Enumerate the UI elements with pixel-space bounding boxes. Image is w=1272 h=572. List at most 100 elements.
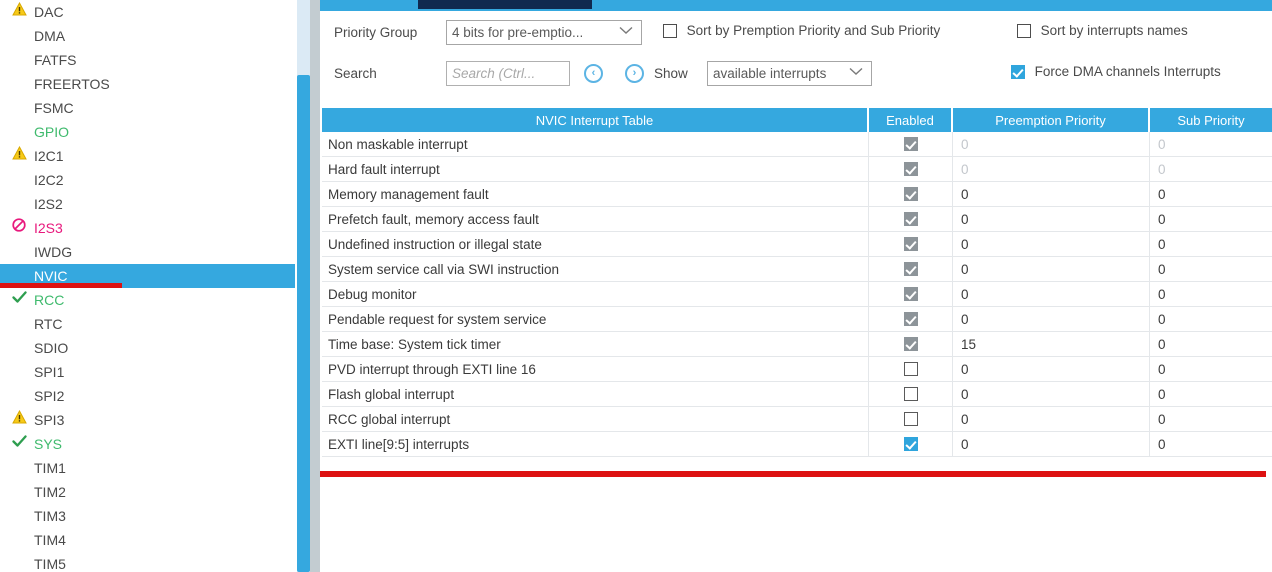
enabled-checkbox[interactable] xyxy=(903,287,918,301)
preemption-priority-cell[interactable]: 0 xyxy=(953,182,1150,206)
table-row[interactable]: PVD interrupt through EXTI line 16 0 0 xyxy=(322,357,1272,382)
enabled-checkbox[interactable] xyxy=(903,187,918,201)
sub-priority-cell[interactable]: 0 xyxy=(1150,157,1272,181)
circle-left-arrow-icon[interactable]: ‹ xyxy=(584,64,603,83)
sidebar-item-fsmc[interactable]: FSMC xyxy=(0,96,295,120)
table-row[interactable]: Hard fault interrupt 0 0 xyxy=(322,157,1272,182)
sidebar-item-spi2[interactable]: SPI2 xyxy=(0,384,295,408)
sidebar-item-rtc[interactable]: RTC xyxy=(0,312,295,336)
enabled-cell[interactable] xyxy=(869,307,953,331)
preemption-priority-cell[interactable]: 0 xyxy=(953,407,1150,431)
sub-priority-cell[interactable]: 0 xyxy=(1150,232,1272,256)
table-row[interactable]: Pendable request for system service 0 0 xyxy=(322,307,1272,332)
enabled-checkbox[interactable] xyxy=(903,212,918,226)
search-input[interactable]: Search (Ctrl... xyxy=(446,61,570,86)
enabled-checkbox[interactable] xyxy=(903,412,918,426)
sub-priority-cell[interactable]: 0 xyxy=(1150,207,1272,231)
table-row[interactable]: Debug monitor 0 0 xyxy=(322,282,1272,307)
enabled-cell[interactable] xyxy=(869,232,953,256)
sidebar-item-sys[interactable]: SYS xyxy=(0,432,295,456)
preemption-priority-cell[interactable]: 0 xyxy=(953,232,1150,256)
sidebar-item-tim5[interactable]: TIM5 xyxy=(0,552,295,572)
sidebar-item-i2c2[interactable]: I2C2 xyxy=(0,168,295,192)
enabled-checkbox[interactable] xyxy=(903,262,918,276)
enabled-cell[interactable] xyxy=(869,182,953,206)
show-filter-select[interactable]: available interrupts xyxy=(707,61,872,86)
enabled-checkbox[interactable] xyxy=(903,362,918,376)
sidebar-item-i2c1[interactable]: I2C1 xyxy=(0,144,295,168)
enabled-cell[interactable] xyxy=(869,382,953,406)
column-header-sub-priority[interactable]: Sub Priority xyxy=(1150,108,1272,132)
preemption-priority-cell[interactable]: 0 xyxy=(953,432,1150,456)
enabled-cell[interactable] xyxy=(869,432,953,456)
enabled-cell[interactable] xyxy=(869,357,953,381)
enabled-cell[interactable] xyxy=(869,282,953,306)
sort-premption-priority-checkbox[interactable] xyxy=(663,24,677,38)
sidebar-item-tim1[interactable]: TIM1 xyxy=(0,456,295,480)
nvic-interrupt-table[interactable]: NVIC Interrupt Table Enabled Preemption … xyxy=(322,108,1272,457)
priority-group-select[interactable]: 4 bits for pre-emptio... xyxy=(446,20,642,45)
enabled-cell[interactable] xyxy=(869,257,953,281)
force-dma-checkbox[interactable] xyxy=(1011,65,1025,79)
table-row[interactable]: EXTI line[9:5] interrupts 0 0 xyxy=(322,432,1272,457)
sidebar-item-i2s2[interactable]: I2S2 xyxy=(0,192,295,216)
column-header-name[interactable]: NVIC Interrupt Table xyxy=(322,108,869,132)
sidebar-scrollbar-thumb[interactable] xyxy=(297,75,310,572)
sort-interrupt-names-checkbox[interactable] xyxy=(1017,24,1031,38)
column-header-enabled[interactable]: Enabled xyxy=(869,108,953,132)
sidebar-item-spi3[interactable]: SPI3 xyxy=(0,408,295,432)
sub-priority-cell[interactable]: 0 xyxy=(1150,332,1272,356)
tab-code-generation[interactable] xyxy=(418,0,592,9)
enabled-checkbox[interactable] xyxy=(903,162,918,176)
table-row[interactable]: Time base: System tick timer 15 0 xyxy=(322,332,1272,357)
sub-priority-cell[interactable]: 0 xyxy=(1150,357,1272,381)
table-row[interactable]: Non maskable interrupt 0 0 xyxy=(322,132,1272,157)
preemption-priority-cell[interactable]: 15 xyxy=(953,332,1150,356)
enabled-checkbox[interactable] xyxy=(903,337,918,351)
table-row[interactable]: Memory management fault 0 0 xyxy=(322,182,1272,207)
table-row[interactable]: RCC global interrupt 0 0 xyxy=(322,407,1272,432)
enabled-cell[interactable] xyxy=(869,207,953,231)
preemption-priority-cell[interactable]: 0 xyxy=(953,257,1150,281)
sub-priority-cell[interactable]: 0 xyxy=(1150,282,1272,306)
sidebar-item-fatfs[interactable]: FATFS xyxy=(0,48,295,72)
sidebar-item-dma[interactable]: DMA xyxy=(0,24,295,48)
table-body[interactable]: Non maskable interrupt 0 0 Hard fault inter… xyxy=(322,132,1272,457)
table-row[interactable]: System service call via SWI instruction 0… xyxy=(322,257,1272,282)
sort-interrupt-names-checkbox-row[interactable]: Sort by interrupts names xyxy=(1017,23,1188,38)
preemption-priority-cell[interactable]: 0 xyxy=(953,157,1150,181)
sort-premption-priority-checkbox-row[interactable]: Sort by Premption Priority and Sub Prior… xyxy=(663,23,940,38)
sidebar-item-gpio[interactable]: GPIO xyxy=(0,120,295,144)
preemption-priority-cell[interactable]: 0 xyxy=(953,132,1150,156)
sidebar-item-sdio[interactable]: SDIO xyxy=(0,336,295,360)
preemption-priority-cell[interactable]: 0 xyxy=(953,207,1150,231)
enabled-cell[interactable] xyxy=(869,332,953,356)
enabled-checkbox[interactable] xyxy=(903,237,918,251)
table-row[interactable]: Undefined instruction or illegal state 0 0 xyxy=(322,232,1272,257)
circle-right-arrow-icon[interactable]: › xyxy=(625,64,644,83)
enabled-checkbox[interactable] xyxy=(903,387,918,401)
enabled-checkbox[interactable] xyxy=(903,137,918,151)
sub-priority-cell[interactable]: 0 xyxy=(1150,257,1272,281)
enabled-cell[interactable] xyxy=(869,407,953,431)
tab-bar[interactable] xyxy=(320,0,1272,11)
enabled-cell[interactable] xyxy=(869,132,953,156)
enabled-checkbox[interactable] xyxy=(903,437,918,451)
enabled-cell[interactable] xyxy=(869,157,953,181)
sub-priority-cell[interactable]: 0 xyxy=(1150,307,1272,331)
sub-priority-cell[interactable]: 0 xyxy=(1150,132,1272,156)
sidebar-item-freertos[interactable]: FREERTOS xyxy=(0,72,295,96)
sub-priority-cell[interactable]: 0 xyxy=(1150,407,1272,431)
sidebar-item-spi1[interactable]: SPI1 xyxy=(0,360,295,384)
sidebar-item-tim3[interactable]: TIM3 xyxy=(0,504,295,528)
sidebar-item-tim2[interactable]: TIM2 xyxy=(0,480,295,504)
preemption-priority-cell[interactable]: 0 xyxy=(953,382,1150,406)
table-row[interactable]: Prefetch fault, memory access fault 0 0 xyxy=(322,207,1272,232)
sub-priority-cell[interactable]: 0 xyxy=(1150,432,1272,456)
sidebar-item-i2s3[interactable]: I2S3 xyxy=(0,216,295,240)
table-row[interactable]: Flash global interrupt 0 0 xyxy=(322,382,1272,407)
sidebar-item-iwdg[interactable]: IWDG xyxy=(0,240,295,264)
preemption-priority-cell[interactable]: 0 xyxy=(953,307,1150,331)
sidebar-item-dac[interactable]: DAC xyxy=(0,0,295,24)
column-header-preemption-priority[interactable]: Preemption Priority xyxy=(953,108,1150,132)
